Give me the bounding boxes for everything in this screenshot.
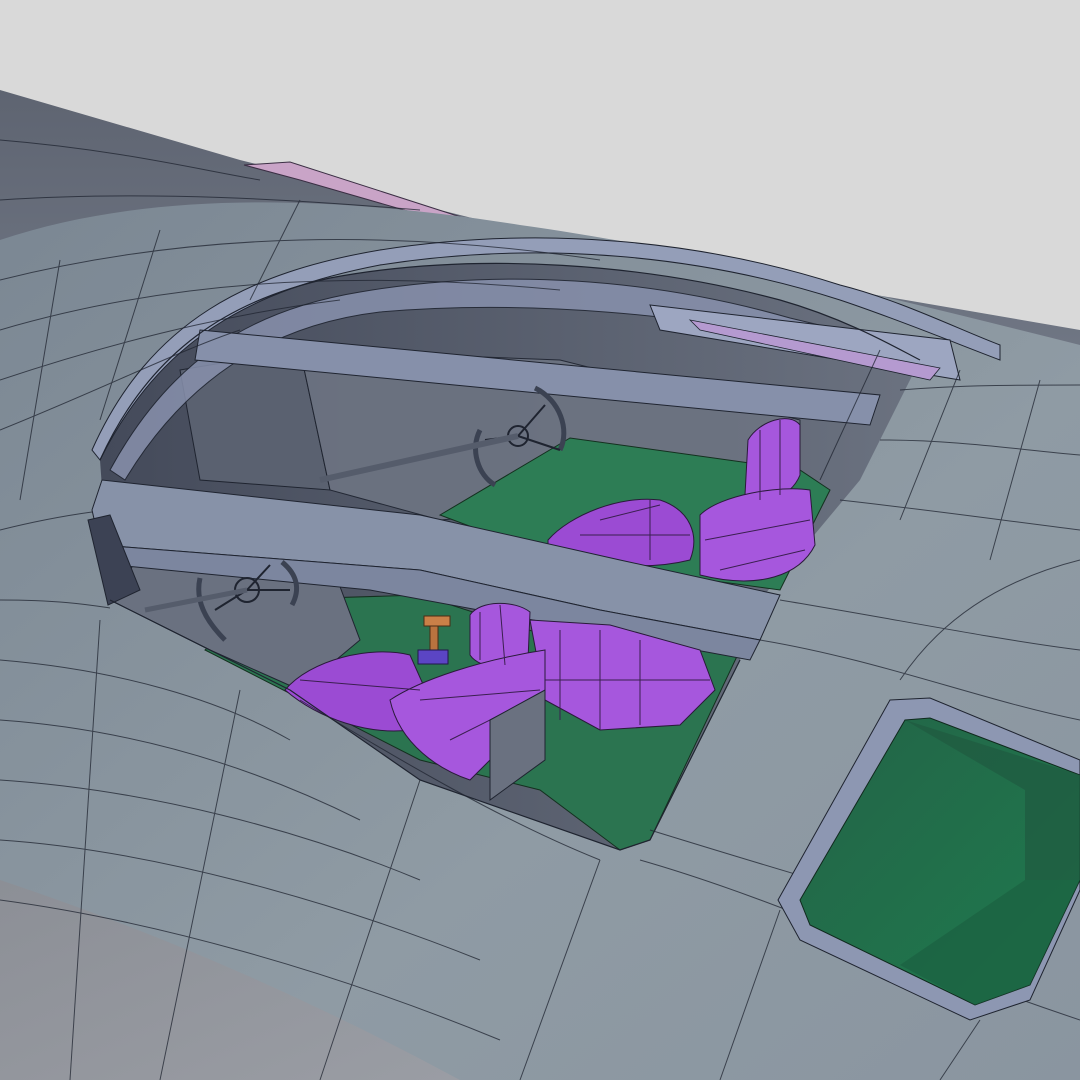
render-viewport: [0, 0, 1080, 1080]
cockpit-wireframe-render: [0, 0, 1080, 1080]
